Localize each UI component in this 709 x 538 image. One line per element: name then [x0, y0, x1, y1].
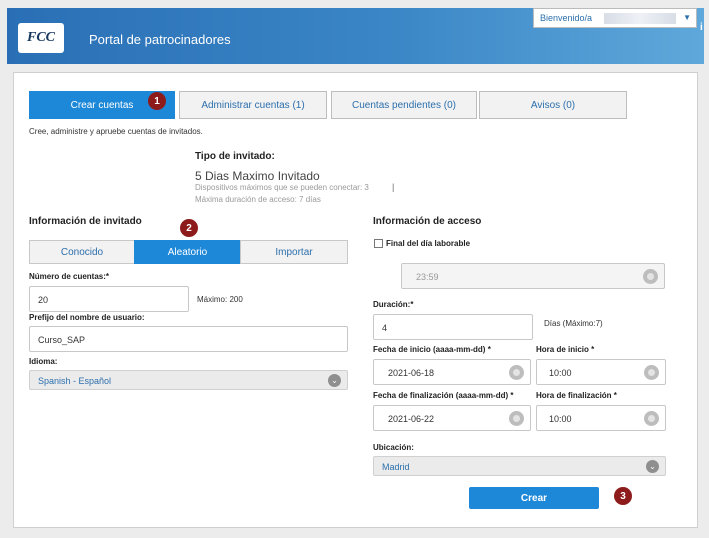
segment-importar[interactable]: Importar [240, 240, 348, 264]
language-label: Idioma: [29, 357, 58, 366]
segment-conocido[interactable]: Conocido [29, 240, 135, 264]
accounts-label: Número de cuentas:* [29, 272, 110, 281]
tab-administrar-cuentas[interactable]: Administrar cuentas (1) [179, 91, 327, 119]
accounts-input[interactable]: 20 [29, 286, 189, 312]
end-date-label: Fecha de finalización (aaaa-mm-dd) * [373, 391, 514, 400]
step-badge-3: 3 [614, 487, 632, 505]
end-of-day-time-input: 23:59 [401, 263, 665, 289]
end-date-input[interactable]: 2021-06-22 [373, 405, 531, 431]
clock-icon[interactable] [644, 411, 659, 426]
duration-hint: Días (Máximo:7) [544, 319, 603, 328]
clock-icon [643, 269, 658, 284]
guest-type-name: 5 Dias Maximo Invitado [195, 169, 320, 183]
end-of-day-checkbox[interactable] [374, 239, 383, 248]
end-time-label: Hora de finalización * [536, 391, 617, 400]
guest-info-heading: Información de invitado [29, 216, 142, 227]
fcc-logo: FCC [18, 23, 64, 53]
guest-type-label: Tipo de invitado: [195, 151, 275, 162]
intro-text: Cree, administre y apruebe cuentas de in… [29, 127, 203, 136]
info-icon[interactable]: i [700, 22, 703, 33]
calendar-icon[interactable] [509, 365, 524, 380]
chevron-down-icon: ⌄ [328, 374, 341, 387]
welcome-label: Bienvenido/a [540, 13, 593, 23]
guest-type-devices: Dispositivos máximos que se pueden conec… [195, 183, 369, 192]
segment-aleatorio[interactable]: Aleatorio [134, 240, 241, 264]
location-label: Ubicación: [373, 443, 414, 452]
end-of-day-label: Final del día laborable [386, 239, 471, 248]
location-select[interactable]: Madrid ⌄ [373, 456, 666, 476]
prefix-label: Prefijo del nombre de usuario: [29, 313, 145, 322]
start-date-label: Fecha de inicio (aaaa-mm-dd) * [373, 345, 491, 354]
main-panel: Crear cuentas Administrar cuentas (1) Cu… [13, 72, 698, 528]
create-button[interactable]: Crear [469, 487, 599, 509]
duration-label: Duración:* [373, 300, 414, 309]
duration-input[interactable]: 4 [373, 314, 533, 340]
accounts-max: Máximo: 200 [197, 295, 243, 304]
guest-type-duration: Máxima duración de acceso: 7 días [195, 195, 321, 204]
chevron-down-icon: ▼ [683, 13, 691, 22]
access-info-heading: Información de acceso [373, 216, 482, 227]
separator: | [392, 182, 395, 192]
calendar-icon[interactable] [509, 411, 524, 426]
chevron-down-icon: ⌄ [646, 460, 659, 473]
end-time-input[interactable]: 10:00 [536, 405, 666, 431]
start-time-input[interactable]: 10:00 [536, 359, 666, 385]
step-badge-2: 2 [180, 219, 198, 237]
language-select[interactable]: Spanish - Español ⌄ [29, 370, 348, 390]
clock-icon[interactable] [644, 365, 659, 380]
username-redacted [604, 13, 676, 24]
app-header: FCC Portal de patrocinadores Bienvenido/… [7, 8, 704, 64]
prefix-input[interactable]: Curso_SAP [29, 326, 348, 352]
start-time-label: Hora de inicio * [536, 345, 595, 354]
start-date-input[interactable]: 2021-06-18 [373, 359, 531, 385]
user-menu[interactable]: Bienvenido/a ▼ [533, 8, 697, 28]
tab-avisos[interactable]: Avisos (0) [479, 91, 627, 119]
page-title: Portal de patrocinadores [89, 32, 231, 47]
step-badge-1: 1 [148, 92, 166, 110]
tab-cuentas-pendientes[interactable]: Cuentas pendientes (0) [331, 91, 477, 119]
